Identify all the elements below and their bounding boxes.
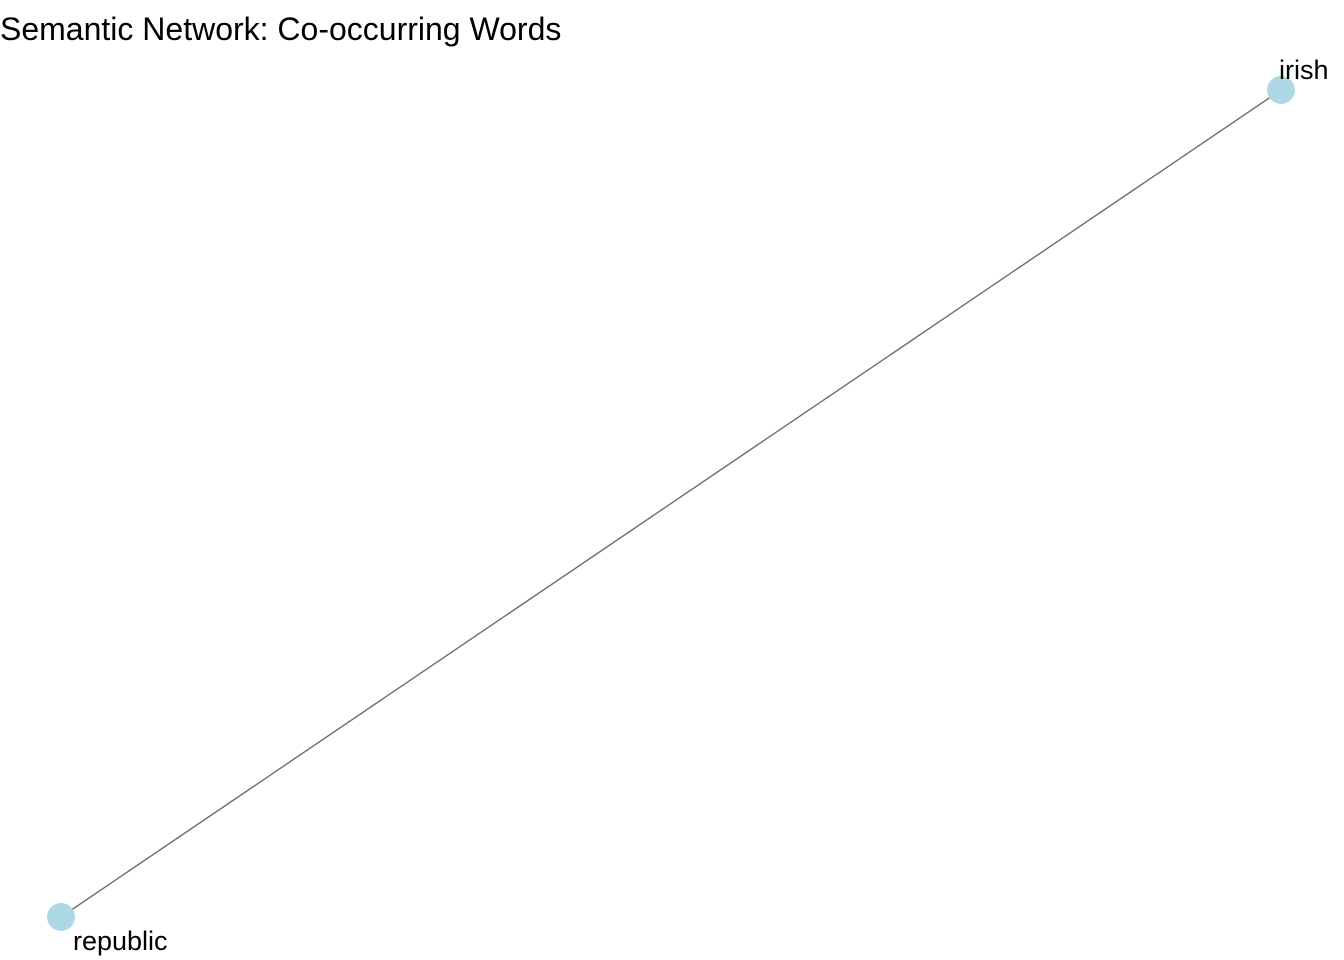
node-label-irish: irish [1279, 55, 1329, 85]
node-label-republic: republic [73, 926, 168, 956]
node-republic [47, 903, 75, 931]
semantic-network-graph: irish republic [47, 55, 1329, 956]
edges-layer [60, 89, 1282, 918]
edge-irish-republic [60, 89, 1282, 918]
labels-layer: irish republic [73, 55, 1329, 956]
